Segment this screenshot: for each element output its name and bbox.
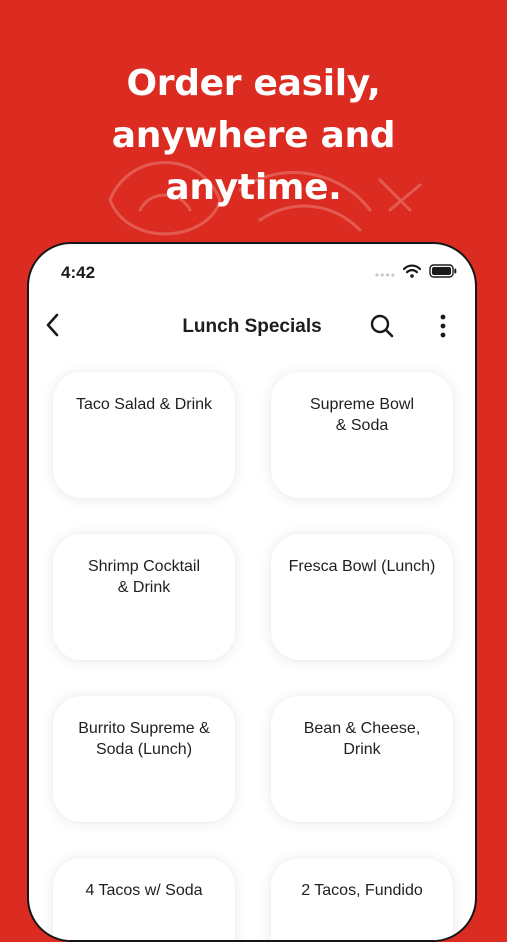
menu-item-label: Shrimp Cocktail & Drink bbox=[87, 558, 201, 596]
page-title: Lunch Specials bbox=[182, 316, 322, 337]
menu-item-label: 2 Tacos, Fundido bbox=[301, 882, 423, 899]
menu-item-card[interactable]: Bean & Cheese, Drink bbox=[271, 696, 453, 822]
menu-item-card[interactable]: Fresca Bowl (Lunch) bbox=[271, 534, 453, 660]
search-icon bbox=[369, 313, 395, 344]
more-vertical-icon bbox=[440, 314, 446, 343]
menu-item-card[interactable]: Taco Salad & Drink bbox=[53, 372, 235, 498]
phone-screen: 4:42 Lunch Specials Taco Salad & Drink S… bbox=[27, 242, 477, 942]
signal-dots-icon bbox=[375, 265, 395, 283]
status-icons bbox=[375, 264, 457, 283]
menu-item-label: 4 Tacos w/ Soda bbox=[85, 882, 203, 899]
menu-item-label: Bean & Cheese, Drink bbox=[303, 720, 421, 758]
menu-item-card[interactable]: Burrito Supreme & Soda (Lunch) bbox=[53, 696, 235, 822]
menu-item-card[interactable]: Supreme Bowl & Soda bbox=[271, 372, 453, 498]
status-time: 4:42 bbox=[61, 263, 96, 282]
top-navigation-bar: Lunch Specials bbox=[29, 304, 475, 348]
menu-item-card[interactable]: 4 Tacos w/ Soda bbox=[53, 858, 235, 940]
menu-item-label: Supreme Bowl & Soda bbox=[309, 396, 415, 434]
search-button[interactable] bbox=[367, 313, 397, 343]
menu-item-label: Fresca Bowl (Lunch) bbox=[288, 558, 436, 575]
menu-item-grid: Taco Salad & Drink Supreme Bowl & Soda S… bbox=[53, 372, 453, 940]
more-options-button[interactable] bbox=[431, 313, 455, 343]
menu-item-card[interactable]: Shrimp Cocktail & Drink bbox=[53, 534, 235, 660]
promo-line-1: Order easily, bbox=[126, 63, 381, 104]
menu-item-label: Burrito Supreme & Soda (Lunch) bbox=[78, 720, 210, 758]
status-bar: 4:42 bbox=[29, 244, 475, 292]
battery-icon bbox=[429, 264, 457, 283]
menu-item-label: Taco Salad & Drink bbox=[75, 396, 213, 413]
menu-item-card[interactable]: 2 Tacos, Fundido bbox=[271, 858, 453, 940]
wifi-icon bbox=[402, 264, 422, 283]
